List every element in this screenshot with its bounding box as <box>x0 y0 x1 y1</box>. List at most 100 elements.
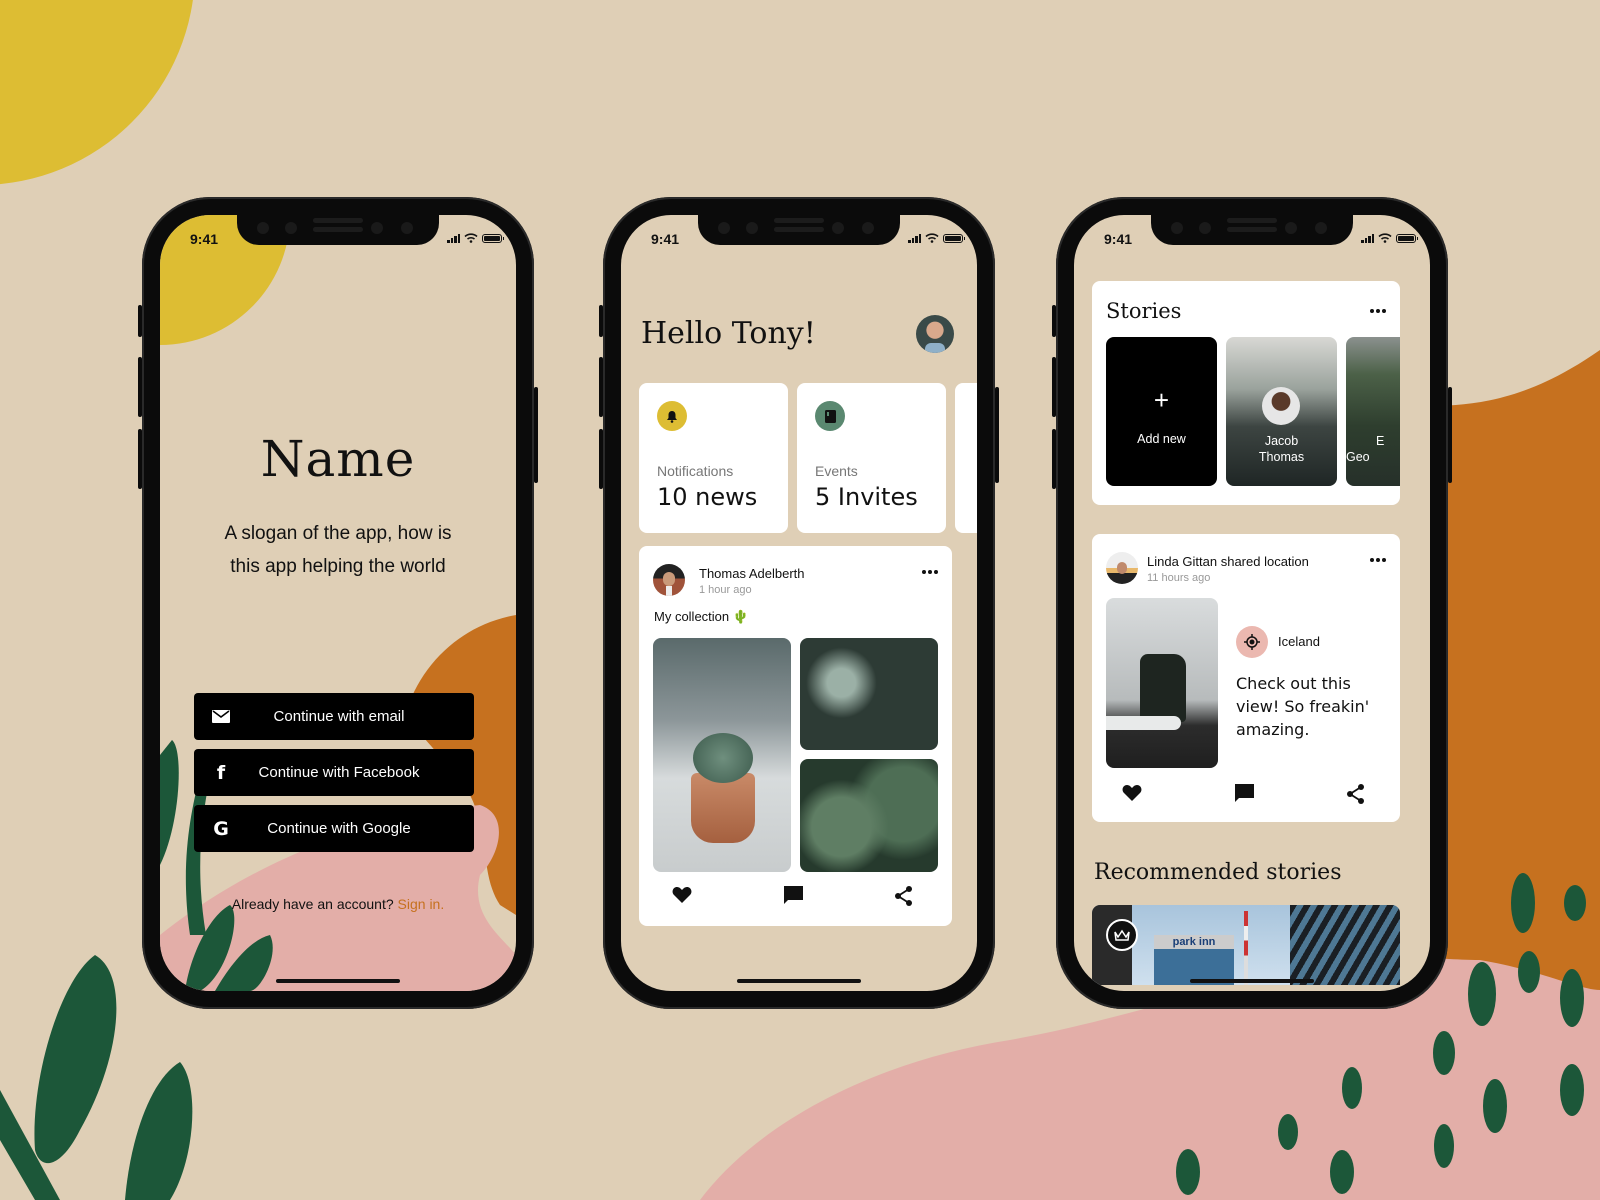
book-icon <box>815 401 845 431</box>
author-avatar[interactable] <box>653 564 685 596</box>
notifications-caption: Notifications <box>657 463 734 479</box>
home-indicator[interactable] <box>276 979 400 983</box>
more-options-icon[interactable] <box>922 570 938 574</box>
post-time: 1 hour ago <box>699 584 752 596</box>
more-options-icon[interactable] <box>1370 558 1386 562</box>
photo-iceland-rock[interactable] <box>1106 598 1218 768</box>
signin-link[interactable]: Sign in. <box>398 896 445 912</box>
post-author[interactable]: Thomas Adelberth <box>699 566 805 581</box>
status-bar: 9:41 <box>1074 229 1430 249</box>
recommended-stories-title: Recommended stories <box>1094 860 1342 885</box>
post-caption: My collection 🌵 <box>654 609 749 624</box>
continue-with-facebook-button[interactable]: f Continue with Facebook <box>194 749 474 796</box>
post-author[interactable]: Linda Gittan shared location <box>1147 554 1309 569</box>
story-jacob-thomas[interactable]: Jacob Thomas <box>1226 337 1337 486</box>
story-name-line-1: E <box>1376 434 1385 448</box>
facebook-icon: f <box>216 761 226 784</box>
leaf-plant <box>0 955 193 1200</box>
slogan-line-2: this app helping the world <box>230 556 446 577</box>
stat-card-partial[interactable] <box>955 383 977 533</box>
plus-icon: + <box>1153 385 1170 415</box>
events-card[interactable]: Events 5 Invites <box>797 383 946 533</box>
story-name-line-1: Jacob <box>1264 434 1299 448</box>
home-indicator[interactable] <box>1190 979 1314 983</box>
add-new-story-button[interactable]: + Add new <box>1106 337 1217 486</box>
signin-prompt: Already have an account? <box>231 896 394 912</box>
location-post-card: Linda Gittan shared location 11 hours ag… <box>1092 534 1400 822</box>
volume-down-button <box>1052 429 1056 489</box>
status-bar: 9:41 <box>621 229 977 249</box>
app-slogan: A slogan of the app, how is this app hel… <box>190 517 486 583</box>
location-icon <box>1236 626 1268 658</box>
comment-icon[interactable] <box>784 886 806 908</box>
power-button <box>995 387 999 483</box>
yellow-blob <box>0 0 193 185</box>
status-time: 9:41 <box>651 231 680 247</box>
crown-badge-icon <box>1106 919 1138 951</box>
story-name-line-2: Geo <box>1346 450 1370 464</box>
location-name[interactable]: Iceland <box>1278 634 1320 649</box>
greeting-title: Hello Tony! <box>641 316 816 351</box>
photo-succulents[interactable] <box>800 638 938 750</box>
signal-icon <box>447 233 460 243</box>
facebook-button-label: Continue with Facebook <box>258 764 420 781</box>
story-name-line-2: Thomas <box>1258 450 1305 464</box>
photo-cactus[interactable] <box>800 759 938 872</box>
battery-icon <box>482 233 504 243</box>
like-icon[interactable] <box>1122 784 1144 806</box>
photo-potted-succulent[interactable] <box>653 638 791 872</box>
comment-icon[interactable] <box>1235 784 1257 806</box>
volume-down-button <box>599 429 603 489</box>
home-indicator[interactable] <box>737 979 861 983</box>
user-avatar[interactable] <box>916 315 954 353</box>
status-time: 9:41 <box>1104 231 1133 247</box>
recommended-story-card[interactable]: park inn <box>1092 905 1400 985</box>
phone-feed: 9:41 Stories + Add new Jacob Thomas E Ge… <box>1052 197 1452 1009</box>
google-icon: G <box>213 817 229 840</box>
wifi-icon <box>1378 233 1392 243</box>
post-card: Thomas Adelberth 1 hour ago My collectio… <box>639 546 952 926</box>
power-button <box>1448 387 1452 483</box>
author-avatar[interactable] <box>1106 552 1138 584</box>
mail-icon <box>210 706 232 728</box>
phone-home: 9:41 Hello Tony! Notifications 10 news E… <box>599 197 999 1009</box>
stories-title: Stories <box>1106 299 1182 323</box>
battery-icon <box>1396 233 1418 243</box>
bell-icon <box>657 401 687 431</box>
continue-with-google-button[interactable]: G Continue with Google <box>194 805 474 852</box>
app-name-title: Name <box>260 430 416 488</box>
power-button <box>534 387 538 483</box>
feed-screen: 9:41 Stories + Add new Jacob Thomas E Ge… <box>1074 215 1430 991</box>
wifi-icon <box>925 233 939 243</box>
like-icon[interactable] <box>672 886 694 908</box>
share-icon[interactable] <box>894 886 916 908</box>
continue-with-email-button[interactable]: Continue with email <box>194 693 474 740</box>
volume-up-button <box>138 357 142 417</box>
signal-icon <box>1361 233 1374 243</box>
status-time: 9:41 <box>190 231 219 247</box>
add-new-label: Add new <box>1137 432 1186 446</box>
park-inn-sign: park inn <box>1154 935 1234 949</box>
volume-up-button <box>1052 357 1056 417</box>
story-geo[interactable]: E Geo <box>1346 337 1400 486</box>
slogan-line-1: A slogan of the app, how is <box>224 523 452 544</box>
mute-switch <box>599 305 603 337</box>
screen-decoration <box>160 215 516 991</box>
more-options-icon[interactable] <box>1370 309 1386 313</box>
wifi-icon <box>464 233 478 243</box>
mute-switch <box>1052 305 1056 337</box>
notifications-value: 10 news <box>657 483 758 511</box>
signin-row: Already have an account? Sign in. <box>160 896 516 912</box>
signal-icon <box>908 233 921 243</box>
mute-switch <box>138 305 142 337</box>
notifications-card[interactable]: Notifications 10 news <box>639 383 788 533</box>
phone-welcome: 9:41 Name A slogan of the app, how is th… <box>138 197 538 1009</box>
post-text: Check out this view! So freakin' amazing… <box>1236 674 1370 739</box>
volume-up-button <box>599 357 603 417</box>
post-time: 11 hours ago <box>1147 572 1211 584</box>
share-icon[interactable] <box>1346 784 1368 806</box>
battery-icon <box>943 233 965 243</box>
email-button-label: Continue with email <box>273 708 405 725</box>
status-bar: 9:41 <box>160 229 516 249</box>
volume-down-button <box>138 429 142 489</box>
